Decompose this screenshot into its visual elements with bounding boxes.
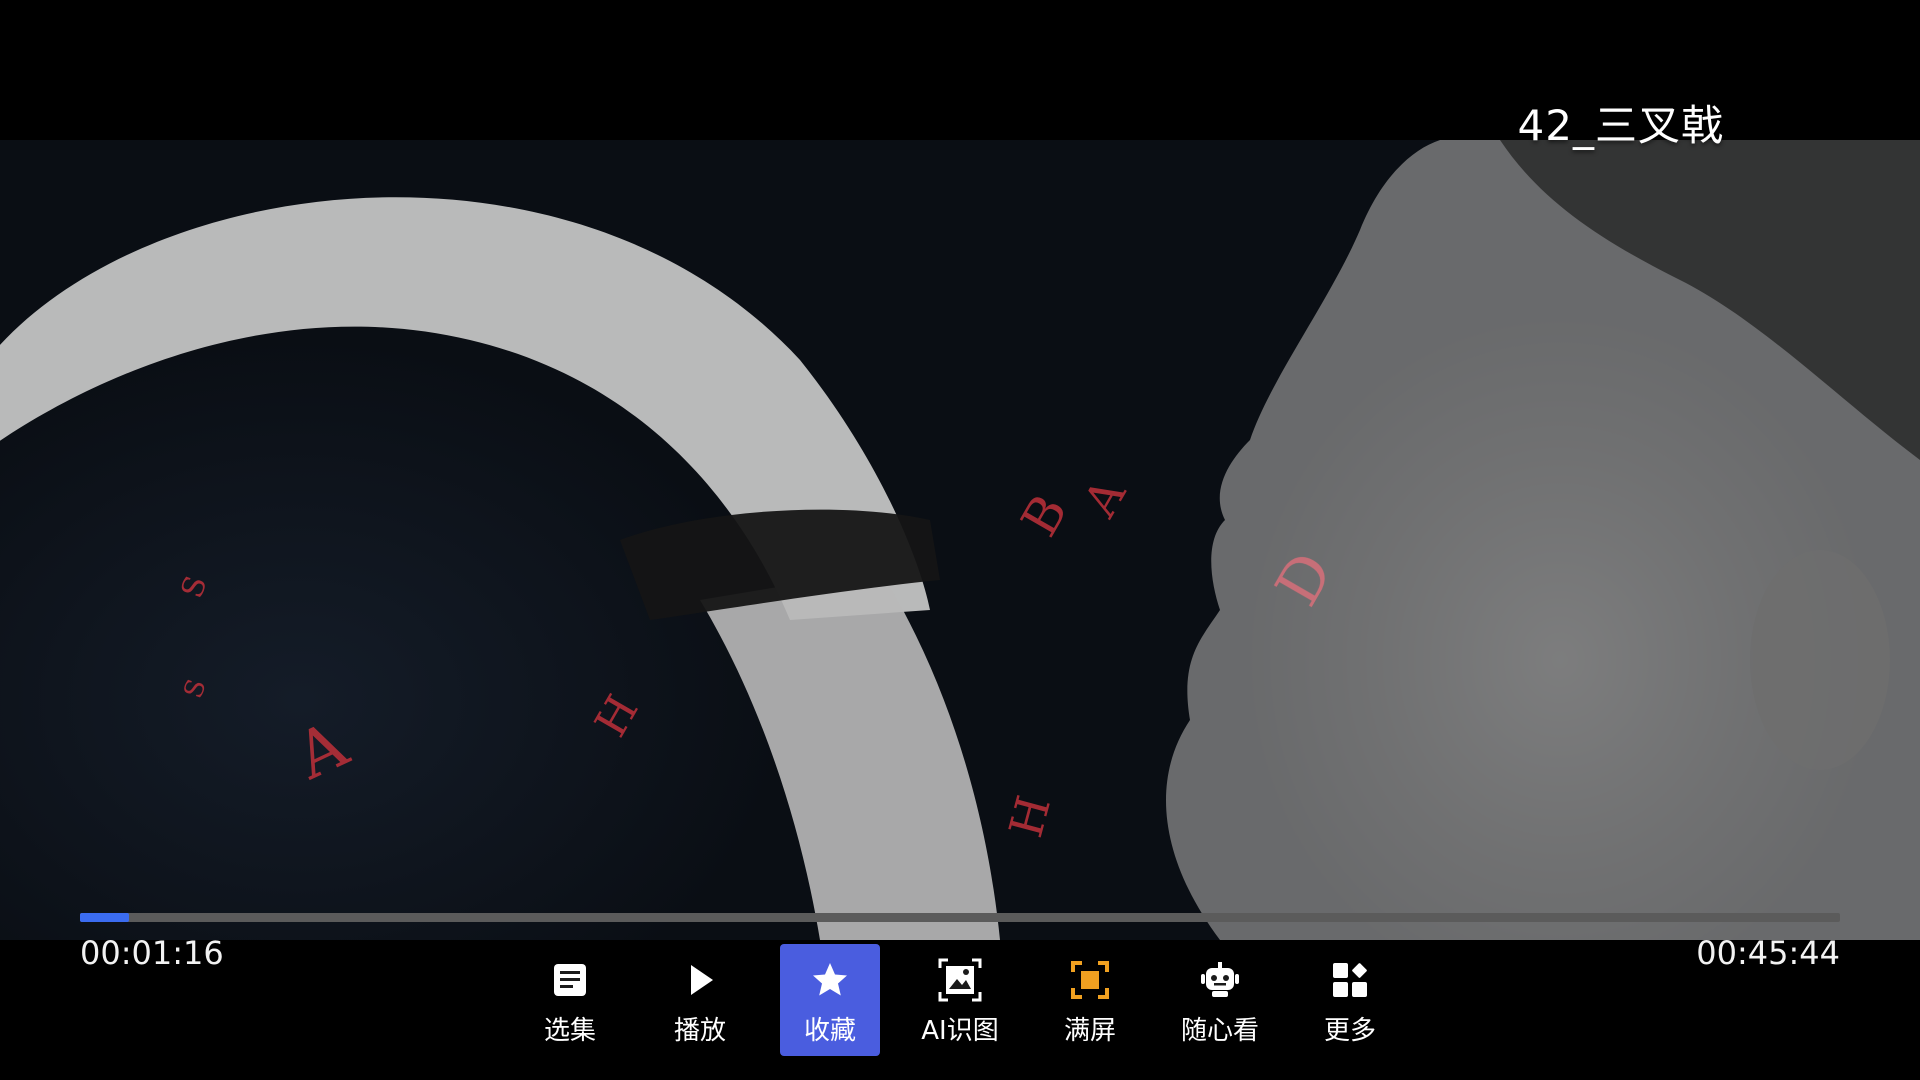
current-time: 00:01:16 <box>80 934 224 972</box>
fullscreen-icon <box>1068 958 1112 1002</box>
ai-recognize-button[interactable]: AI识图 <box>910 944 1010 1056</box>
favorite-label: 收藏 <box>803 1016 856 1046</box>
svg-text:H: H <box>585 687 648 746</box>
progress-fill <box>80 913 130 922</box>
svg-text:S: S <box>178 675 212 702</box>
play-label: 播放 <box>673 1016 726 1046</box>
episodes-label: 选集 <box>543 1016 596 1046</box>
robot-icon <box>1198 958 1242 1002</box>
svg-text:S: S <box>175 571 215 602</box>
video-player: S A H B A H S D 42_三叉戟 00:01:16 00:45:44 <box>0 0 1920 1080</box>
svg-text:A: A <box>1072 469 1136 526</box>
list-icon <box>548 958 592 1002</box>
favorite-button[interactable]: 收藏 <box>780 944 880 1056</box>
image-scan-icon <box>938 958 982 1002</box>
paper-arc-lower <box>700 570 1000 940</box>
total-time: 00:45:44 <box>1696 934 1840 972</box>
star-icon <box>808 958 852 1002</box>
svg-text:H: H <box>998 790 1061 843</box>
episodes-button[interactable]: 选集 <box>520 944 620 1056</box>
ear <box>1750 550 1890 770</box>
svg-text:B: B <box>1010 485 1079 546</box>
video-title: 42_三叉戟 <box>1517 101 1724 150</box>
svg-text:A: A <box>285 708 360 795</box>
video-scene: S A H B A H S D <box>0 140 1920 940</box>
fullscreen-label: 满屏 <box>1063 1016 1116 1046</box>
video-frame[interactable]: S A H B A H S D <box>0 140 1920 940</box>
play-icon <box>678 958 722 1002</box>
fullscreen-button[interactable]: 满屏 <box>1040 944 1140 1056</box>
ai-recognize-label: AI识图 <box>921 1016 999 1046</box>
random-watch-button[interactable]: 随心看 <box>1170 944 1270 1056</box>
more-label: 更多 <box>1323 1016 1376 1046</box>
progress-bar[interactable] <box>80 913 1840 922</box>
play-button[interactable]: 播放 <box>650 944 750 1056</box>
random-watch-label: 随心看 <box>1180 1016 1259 1046</box>
control-bar: 选集 播放 收藏 AI识图 满屏 随心看 更多 <box>520 944 1400 1056</box>
more-button[interactable]: 更多 <box>1300 944 1400 1056</box>
grid-more-icon <box>1328 958 1372 1002</box>
